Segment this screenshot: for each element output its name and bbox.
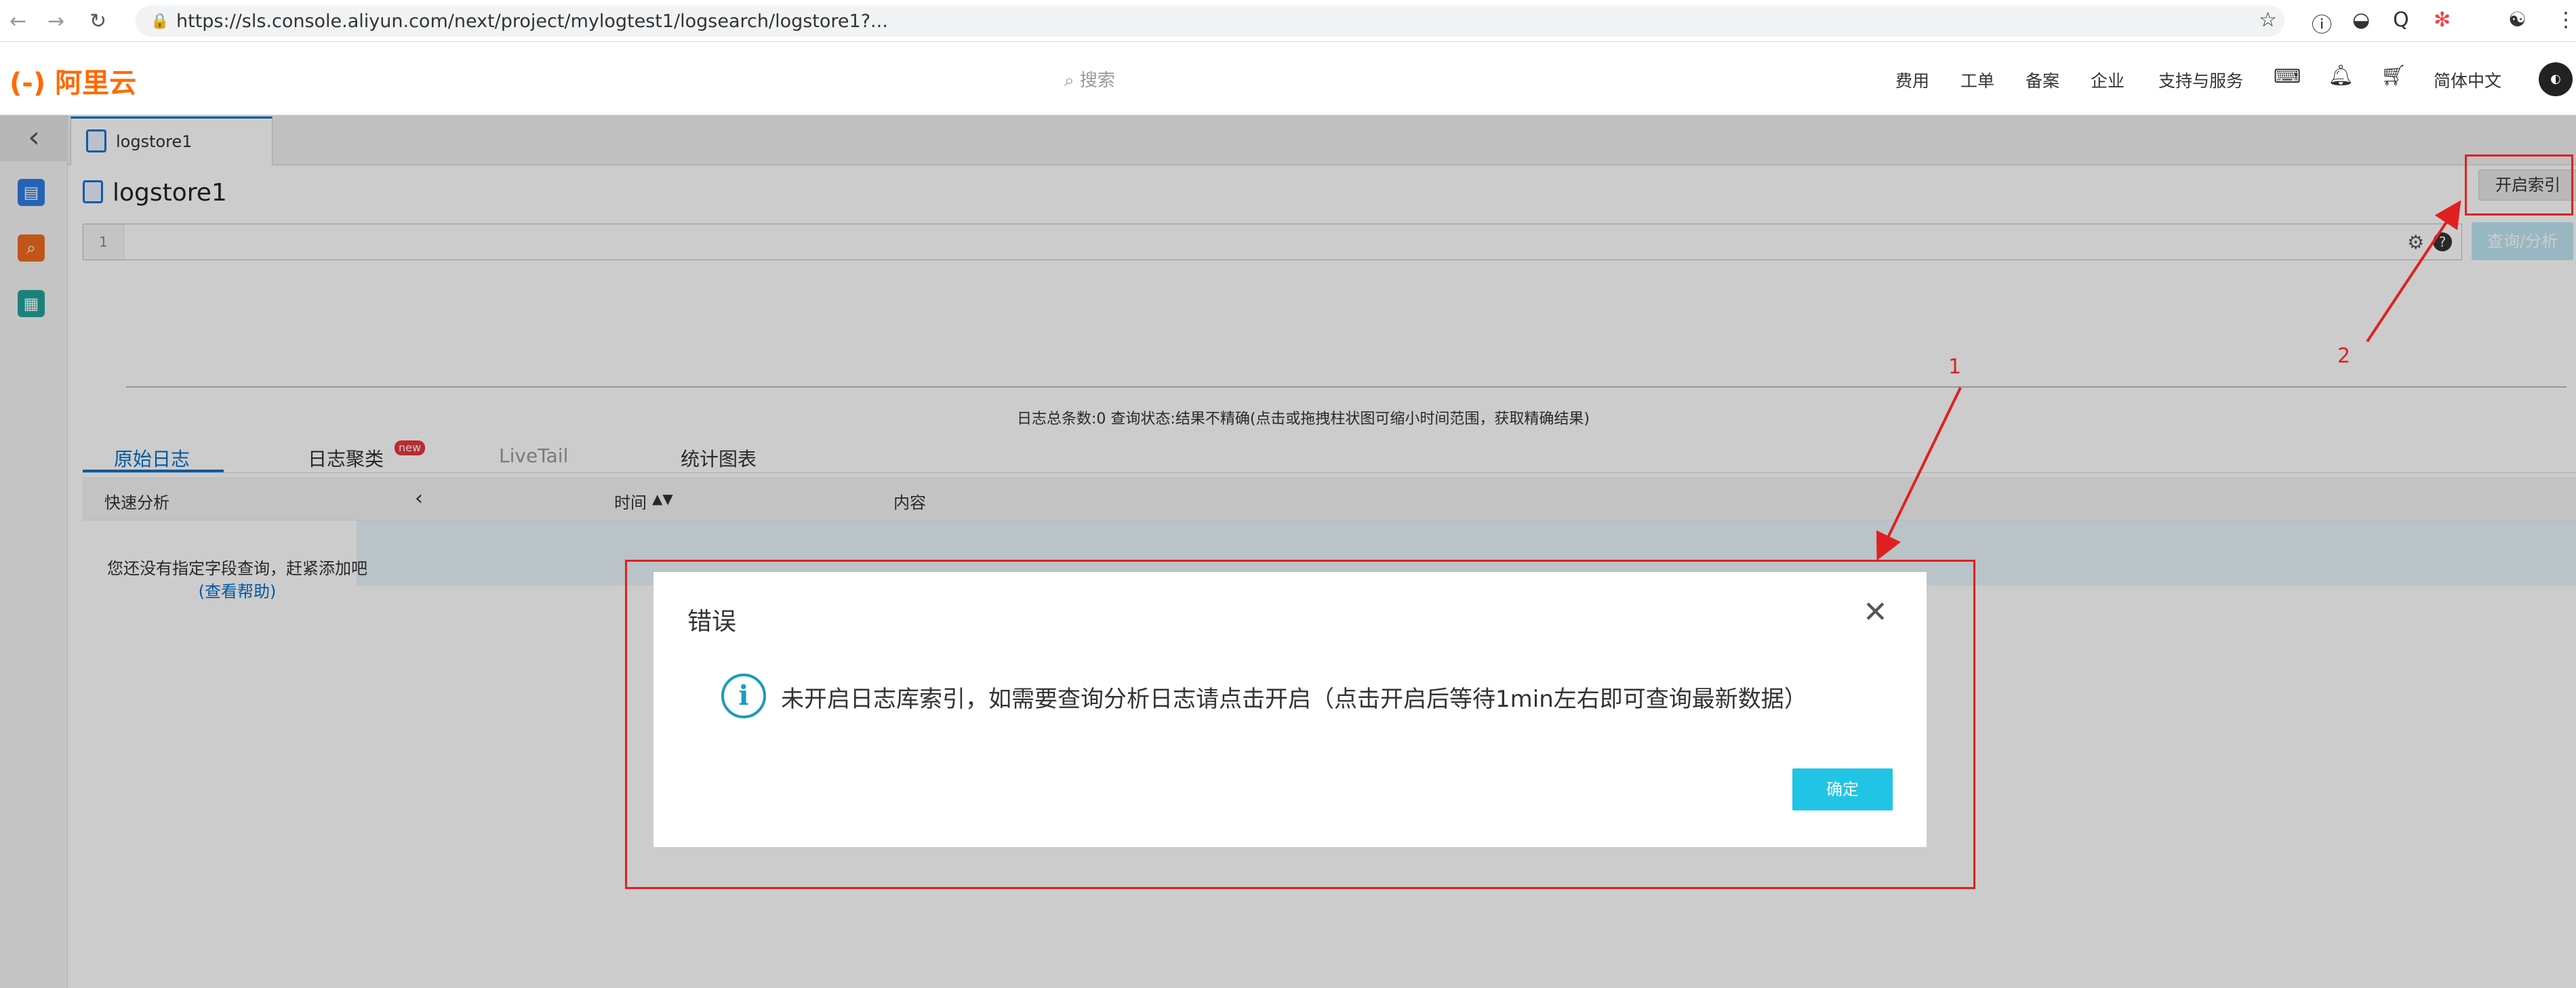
annotation-arrow-1 (1876, 387, 1962, 561)
annotation-arrows (1876, 200, 2461, 561)
annotation-arrow-2 (2366, 200, 2461, 343)
